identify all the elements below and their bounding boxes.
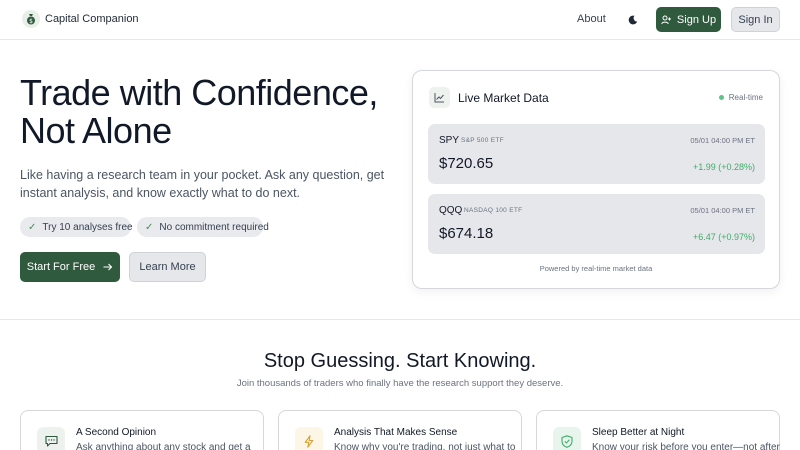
- section-title: Stop Guessing. Start Knowing.: [263, 350, 537, 372]
- lightning-icon: [295, 427, 323, 450]
- ticker-symbol: SPY: [439, 135, 460, 146]
- section-divider: [0, 319, 800, 320]
- feature-description: Ask anything about any stock and get a: [76, 442, 251, 450]
- feature-pill-no-commitment: ✓ No commitment required: [137, 217, 269, 237]
- feature-description: Know why you're trading, not just what t…: [334, 442, 516, 450]
- ticker-change: +6.47 (+0.97%): [692, 232, 755, 242]
- theme-toggle-button[interactable]: [624, 11, 642, 29]
- realtime-indicator: Real-time: [718, 93, 763, 102]
- arrow-right-icon: [103, 263, 113, 271]
- chat-icon: [37, 427, 65, 450]
- user-plus-icon: [661, 15, 671, 24]
- hero-subtitle: Like having a research team in your pock…: [20, 168, 385, 200]
- section-subtitle: Join thousands of traders who finally ha…: [236, 378, 564, 389]
- feature-pill-free-analyses: ✓ Try 10 analyses free: [20, 217, 133, 237]
- nav-about-link[interactable]: About: [577, 13, 606, 25]
- moon-icon: [628, 15, 638, 25]
- sign-up-button[interactable]: Sign Up: [656, 7, 721, 32]
- shield-check-icon: [553, 427, 581, 450]
- ticker-timestamp: 05/01 04:00 PM ET: [690, 136, 755, 145]
- market-card-title: Live Market Data: [458, 91, 549, 105]
- feature-card-sleep-better: Sleep Better at Night Know your risk bef…: [536, 410, 780, 450]
- ticker-name: NASDAQ 100 ETF: [464, 207, 523, 214]
- hero-title: Trade with Confidence, Not Alone: [20, 74, 378, 150]
- sign-in-button[interactable]: Sign In: [731, 7, 780, 32]
- check-icon: ✓: [28, 221, 37, 233]
- ticker-price: $720.65: [439, 155, 494, 172]
- line-chart-icon: [429, 87, 450, 108]
- hero-title-line-1: Trade with Confidence,: [20, 72, 378, 113]
- feature-description: Know your risk before you enter—not afte…: [592, 442, 780, 450]
- pill-label: Try 10 analyses free: [42, 221, 133, 233]
- feature-card-analysis: Analysis That Makes Sense Know why you'r…: [278, 410, 522, 450]
- money-bag-icon[interactable]: $: [22, 10, 40, 28]
- sign-up-label: Sign Up: [676, 13, 717, 26]
- start-for-free-button[interactable]: Start For Free: [20, 252, 120, 282]
- live-dot-icon: [718, 95, 724, 100]
- realtime-label: Real-time: [728, 93, 763, 102]
- learn-more-button[interactable]: Learn More: [129, 252, 206, 282]
- feature-title: Sleep Better at Night: [592, 427, 685, 438]
- live-market-card: Live Market Data Real-time SPY S&P 500 E…: [412, 70, 780, 289]
- brand-name[interactable]: Capital Companion: [45, 13, 139, 25]
- ticker-row-spy[interactable]: SPY S&P 500 ETF 05/01 04:00 PM ET $720.6…: [428, 124, 765, 184]
- market-card-footer: Powered by real-time market data: [539, 264, 653, 273]
- ticker-price: $674.18: [439, 225, 494, 242]
- feature-title: Analysis That Makes Sense: [334, 427, 458, 438]
- ticker-row-qqq[interactable]: QQQ NASDAQ 100 ETF 05/01 04:00 PM ET $67…: [428, 194, 765, 254]
- feature-title: A Second Opinion: [76, 427, 157, 438]
- ticker-timestamp: 05/01 04:00 PM ET: [690, 206, 755, 215]
- ticker-name: S&P 500 ETF: [461, 137, 504, 144]
- hero-title-line-2: Not Alone: [20, 110, 172, 151]
- pill-label: No commitment required: [159, 221, 269, 233]
- start-for-free-label: Start For Free: [26, 261, 96, 273]
- top-nav: $ Capital Companion About Sign Up Sign I…: [0, 0, 800, 40]
- svg-text:$: $: [29, 18, 33, 25]
- ticker-symbol: QQQ: [439, 205, 463, 216]
- feature-card-second-opinion: A Second Opinion Ask anything about any …: [20, 410, 264, 450]
- check-icon: ✓: [145, 221, 154, 233]
- ticker-change: +1.99 (+0.28%): [692, 162, 755, 172]
